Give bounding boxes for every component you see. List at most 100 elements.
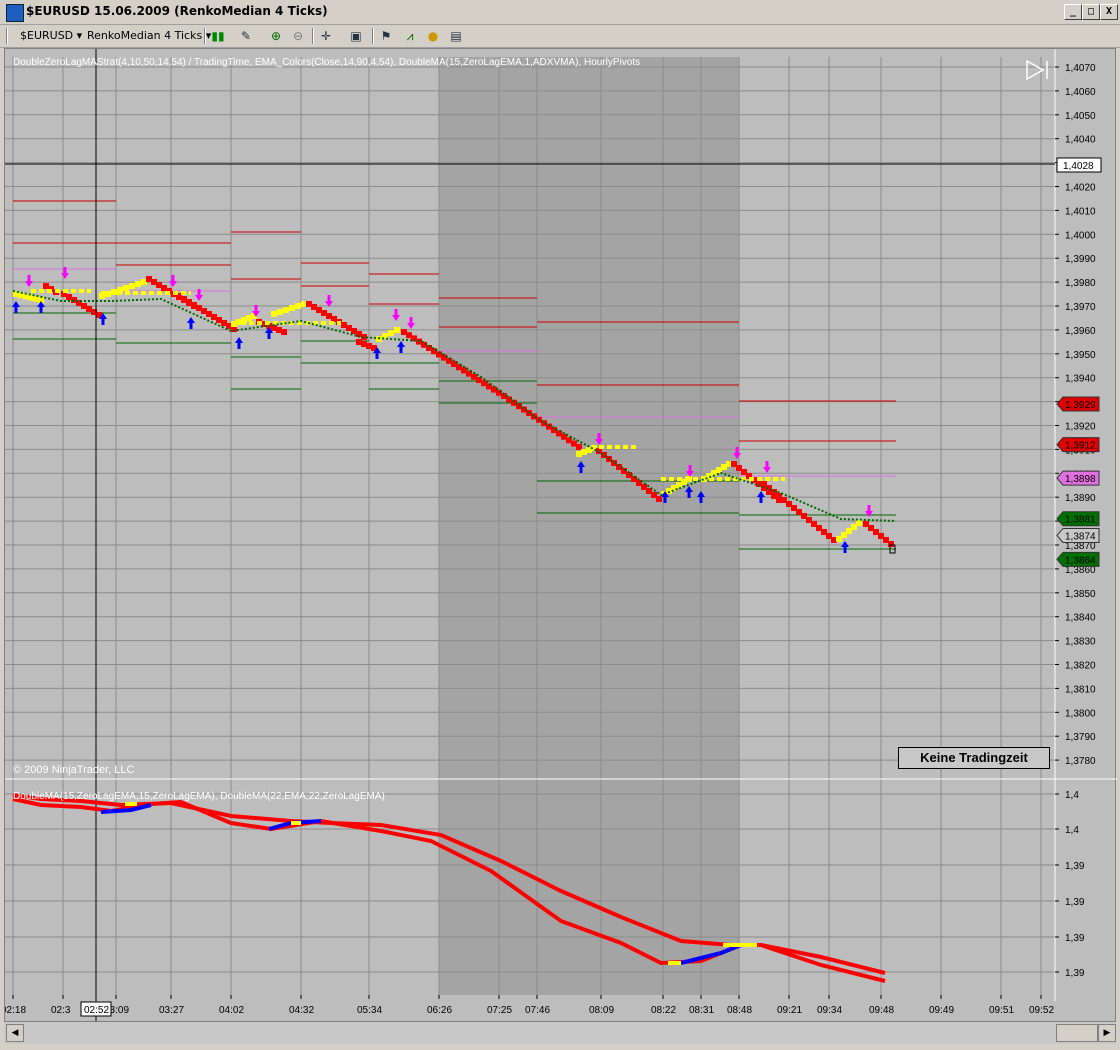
up-brick [129, 283, 135, 289]
scroll-thumb[interactable] [1056, 1024, 1098, 1042]
chart-toolbar: $EURUSD ▾ RenkoMedian 4 Ticks ▾ ▮▮ ✎ ⊕ ⊖… [0, 25, 1120, 48]
price-tick-label: 1,3940 [1065, 374, 1096, 385]
time-tick-label: 08:48 [727, 1005, 752, 1016]
price-tick-label: 1,3960 [1065, 326, 1096, 337]
draw-tool-icon[interactable]: ✎ [238, 28, 254, 44]
time-tick-label: 07:25 [487, 1005, 512, 1016]
indicators-icon[interactable]: ⩘ [402, 28, 418, 44]
time-tick-label: 09:48 [869, 1005, 894, 1016]
price-tick-label: 1,3850 [1065, 589, 1096, 600]
time-tick-label: 02:3 [51, 1005, 71, 1016]
window-title: $EURUSD 15.06.2009 (RenkoMedian 4 Ticks) [26, 4, 328, 18]
time-tick-label: 04:32 [289, 1005, 314, 1016]
down-brick [281, 329, 287, 335]
crosshair-price: 1,4028 [1063, 161, 1094, 172]
instrument-selector[interactable]: $EURUSD ▾ [20, 28, 82, 44]
price-tick-label: 1,4050 [1065, 111, 1096, 122]
price-tick-label: 1,4060 [1065, 87, 1096, 98]
price-marker-label: 1,3929 [1065, 400, 1096, 411]
price-marker: 1,3864 [1056, 551, 1100, 567]
zoom-in-icon[interactable]: ⊕ [268, 28, 284, 44]
toolbar-separator [372, 28, 374, 44]
scroll-left-icon[interactable]: ◀ [6, 1024, 24, 1042]
time-tick-label: 08:22 [651, 1005, 676, 1016]
price-tick-label: 1,4070 [1065, 63, 1096, 74]
time-axis: 02:1802:303:0903:2704:0204:3205:3406:260… [5, 995, 1054, 1016]
properties-icon[interactable]: ▣ [348, 28, 364, 44]
scroll-right-icon[interactable]: ▶ [1098, 1024, 1116, 1042]
time-tick-label: 09:21 [777, 1005, 802, 1016]
strategies-icon[interactable]: ⚑ [378, 28, 394, 44]
price-marker: 1,3881 [1056, 511, 1100, 527]
up-brick [277, 309, 283, 315]
up-brick [135, 281, 141, 287]
time-tick-label: 02:18 [5, 1005, 26, 1016]
price-tick-label: 1,3840 [1065, 613, 1096, 624]
instrument-label: $EURUSD [20, 29, 74, 42]
up-brick [388, 330, 394, 336]
price-marker-label: 1,3898 [1065, 474, 1096, 485]
window-titlebar: $EURUSD 15.06.2009 (RenkoMedian 4 Ticks)… [0, 0, 1120, 25]
chart-trader-icon[interactable]: ● [425, 28, 441, 44]
price-tick-label: 1,3780 [1065, 756, 1096, 767]
price-marker: 1,3912 [1056, 437, 1100, 453]
close-button[interactable]: X [1100, 4, 1118, 20]
time-tick-label: 04:02 [219, 1005, 244, 1016]
time-tick-label: 08:09 [589, 1005, 614, 1016]
price-marker: 1,3929 [1056, 396, 1100, 412]
copyright-label: © 2009 NinjaTrader, LLC [13, 764, 134, 776]
period-label: RenkoMedian 4 Ticks [87, 29, 203, 42]
crosshair-icon[interactable]: ✛ [318, 28, 334, 44]
price-marker: 1,3898 [1056, 470, 1100, 486]
time-tick-label: 09:34 [817, 1005, 842, 1016]
maximize-button[interactable]: □ [1082, 4, 1100, 20]
toolbar-grip [6, 28, 8, 44]
price-marker-label: 1,3881 [1065, 515, 1096, 526]
price-tick-label: 1,4000 [1065, 230, 1096, 241]
lower-price-axis: 1,4 1,4 1,39 1,39 1,39 1,39 [1055, 790, 1085, 979]
time-tick-label: 08:31 [689, 1005, 714, 1016]
price-tick-label: 1,3790 [1065, 732, 1096, 743]
up-brick [283, 307, 289, 313]
price-marker-label: 1,3864 [1065, 555, 1096, 566]
time-tick-label: 09:51 [989, 1005, 1014, 1016]
app-icon [6, 4, 24, 22]
price-tick-label: 1,3990 [1065, 254, 1096, 265]
price-marker-label: 1,3912 [1065, 441, 1096, 452]
chart-area[interactable]: DoubleZeroLagMAStrat(4,10,50,14,54) / Tr… [4, 48, 1117, 1045]
up-brick [289, 305, 295, 311]
no-trading-badge: Keine Tradingzeit [898, 747, 1050, 769]
indicator-label-lower: DoubleMA(15,ZeroLagEMA,15,ZeroLagEMA), D… [13, 791, 385, 802]
chart-canvas[interactable]: DoubleZeroLagMAStrat(4,10,50,14,54) / Tr… [5, 49, 1117, 1045]
toolbar-separator [204, 28, 206, 44]
price-tick-label: 1,3890 [1065, 493, 1096, 504]
up-brick [295, 303, 301, 309]
time-tick-label: 06:26 [427, 1005, 452, 1016]
toolbar-separator [312, 28, 314, 44]
up-brick [123, 285, 129, 291]
lower-tick-label: 1,4 [1065, 790, 1079, 801]
time-tick-label: 03:27 [159, 1005, 184, 1016]
crosshair-time: 02:52 [84, 1005, 109, 1016]
time-tick-label: 05:34 [357, 1005, 382, 1016]
lower-tick-label: 1,39 [1065, 861, 1085, 872]
zoom-out-icon[interactable]: ⊖ [290, 28, 306, 44]
price-tick-label: 1,3970 [1065, 302, 1096, 313]
data-box-icon[interactable]: ▤ [448, 28, 464, 44]
price-tick-label: 1,4040 [1065, 135, 1096, 146]
minimize-button[interactable]: _ [1064, 4, 1082, 20]
price-tick-label: 1,3820 [1065, 661, 1096, 672]
period-selector[interactable]: RenkoMedian 4 Ticks ▾ [87, 28, 211, 44]
bar-style-icon[interactable]: ▮▮ [210, 28, 226, 44]
up-brick [271, 311, 277, 317]
horizontal-scrollbar[interactable]: ◀ ▶ [4, 1021, 1116, 1044]
price-marker-label: 1,3874 [1065, 531, 1096, 542]
lower-tick-label: 1,39 [1065, 897, 1085, 908]
chevron-down-icon: ▾ [76, 29, 83, 42]
lower-tick-label: 1,4 [1065, 825, 1079, 836]
price-tick-label: 1,3920 [1065, 422, 1096, 433]
lower-tick-label: 1,39 [1065, 933, 1085, 944]
price-tick-label: 1,3800 [1065, 708, 1096, 719]
up-brick [394, 327, 400, 333]
time-tick-label: 07:46 [525, 1005, 550, 1016]
